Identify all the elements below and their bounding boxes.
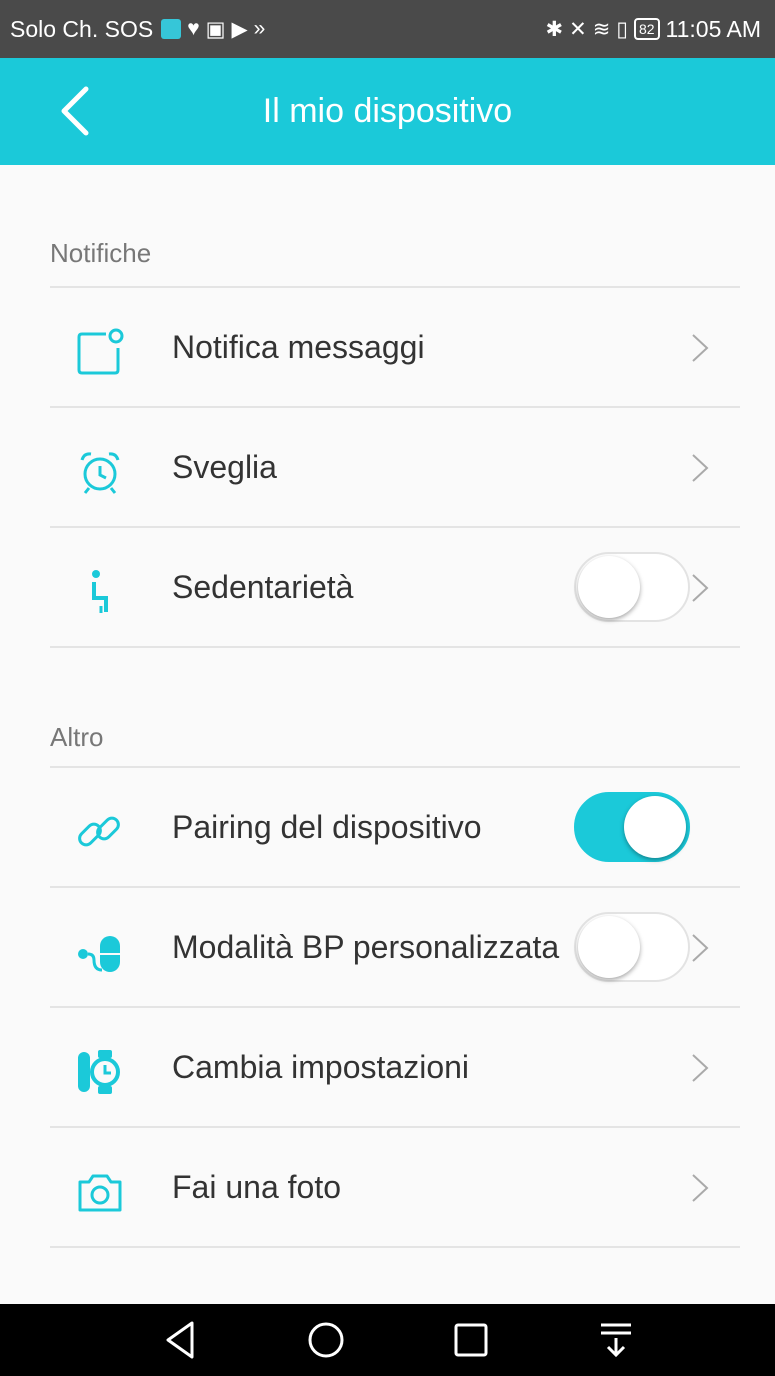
section-label-altro: Altro	[50, 722, 104, 752]
row-fai-una-foto[interactable]: Fai una foto	[50, 1128, 740, 1246]
toggle-knob	[624, 796, 686, 858]
row-cambia-impostazioni[interactable]: Cambia impostazioni	[50, 1008, 740, 1126]
row-label: Fai una foto	[172, 1169, 341, 1205]
chevron-left-icon	[61, 86, 89, 136]
heart-rate-icon: ♥	[187, 17, 200, 40]
chevron-right-icon	[692, 1054, 709, 1082]
youtube-icon: ▶	[231, 17, 248, 41]
system-nav-bar	[0, 1304, 775, 1376]
battery-icon: 82	[633, 18, 660, 40]
row-sveglia[interactable]: Sveglia	[50, 408, 740, 526]
app-notification-icon	[161, 19, 182, 39]
page-title: Il mio dispositivo	[262, 92, 513, 130]
chevron-right-icon	[692, 334, 709, 362]
pairing-toggle[interactable]	[574, 792, 690, 862]
clock-text: 11:05 AM	[665, 15, 761, 42]
blood-pressure-icon	[78, 936, 120, 972]
toggle-knob	[578, 916, 640, 978]
divider	[50, 1246, 740, 1248]
app-bar: Il mio dispositivo	[0, 58, 775, 165]
back-button[interactable]	[50, 83, 106, 139]
chevron-right-icon	[692, 1174, 709, 1202]
row-label: Sedentarietà	[172, 569, 354, 605]
row-label: Cambia impostazioni	[172, 1049, 470, 1085]
back-triangle-icon[interactable]	[158, 1317, 204, 1363]
sitting-person-icon	[92, 570, 108, 613]
row-notifica-messaggi[interactable]: Notifica messaggi	[50, 288, 740, 406]
carrier-text: Solo Ch. SOS	[10, 15, 154, 42]
row-label: Pairing del dispositivo	[172, 809, 482, 845]
notification-pull-icon[interactable]	[593, 1317, 639, 1363]
chevron-right-icon	[692, 934, 709, 962]
shopping-bag-icon: ▣	[205, 17, 226, 41]
swipe-icon: »	[253, 17, 266, 40]
chevron-right-icon	[692, 574, 709, 602]
alarm-clock-icon	[80, 452, 120, 494]
row-sedentarieta[interactable]: Sedentarietà	[50, 528, 740, 646]
row-label: Modalità BP personalizzata	[172, 929, 560, 965]
row-modalita-bp[interactable]: Modalità BP personalizzata	[50, 888, 740, 1006]
status-bar-right: ✱ ✕ ≋ ▯ 82 11:05 AM	[546, 16, 761, 43]
link-icon	[78, 816, 120, 847]
row-label: Sveglia	[172, 449, 277, 485]
sedentarieta-toggle[interactable]	[574, 552, 690, 622]
toggle-knob	[578, 556, 640, 618]
message-notification-icon	[77, 328, 124, 375]
section-label-notifiche: Notifiche	[50, 238, 152, 268]
recents-square-icon[interactable]	[448, 1317, 494, 1363]
wifi-icon: ≋	[592, 17, 611, 41]
camera-icon	[78, 1174, 122, 1212]
home-circle-icon[interactable]	[303, 1317, 349, 1363]
chevron-right-icon	[692, 454, 709, 482]
row-label: Notifica messaggi	[172, 329, 425, 365]
bp-mode-toggle[interactable]	[574, 912, 690, 982]
row-pairing-dispositivo[interactable]: Pairing del dispositivo	[50, 768, 740, 886]
divider	[50, 646, 740, 648]
status-bar: Solo Ch. SOS ♥ ▣ ▶ » ✱ ✕ ≋ ▯ 82 11:05 AM	[0, 0, 775, 58]
bluetooth-icon: ✱	[545, 17, 564, 41]
watch-settings-icon	[78, 1050, 120, 1094]
sim-icon: ▯	[616, 17, 628, 41]
status-bar-left: Solo Ch. SOS ♥ ▣ ▶ »	[10, 16, 265, 43]
mute-icon: ✕	[569, 17, 587, 41]
